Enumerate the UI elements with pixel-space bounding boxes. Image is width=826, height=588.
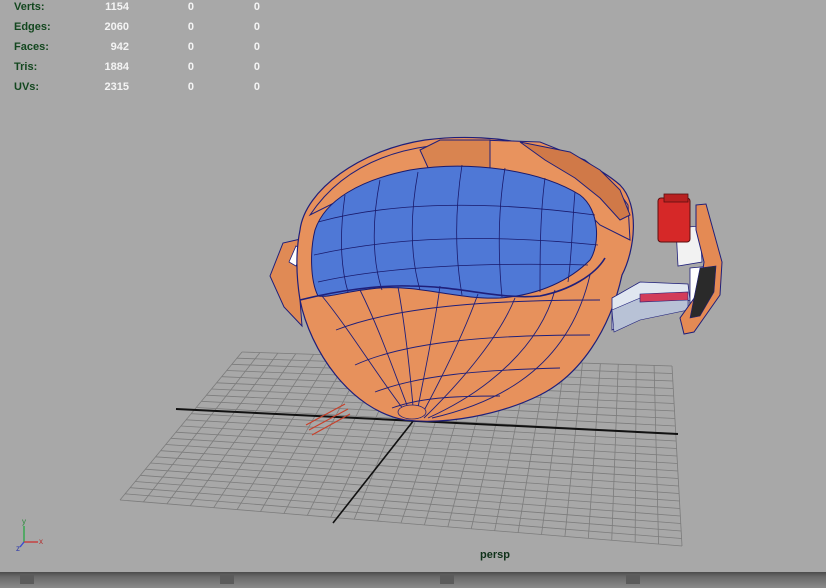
time-slider-tick (20, 575, 34, 584)
hud-value: 0 (253, 21, 260, 33)
hud-row-uvs: UVs: 2315 0 0 (0, 80, 280, 100)
grid-z-axis (332, 419, 415, 524)
grid-line (125, 493, 682, 539)
grid-line (130, 487, 682, 532)
hud-value: 0 (187, 61, 194, 73)
hud-label: Verts: (14, 1, 45, 13)
hud-value: 942 (110, 41, 129, 53)
hud-label: UVs: (14, 81, 40, 93)
hud-value: 0 (187, 41, 194, 53)
time-slider-strip[interactable] (0, 572, 826, 588)
hud-value: 0 (187, 1, 194, 13)
grid-line (170, 437, 678, 472)
axis-x-label: x (39, 537, 43, 546)
view-axis-icon: y x z (16, 517, 43, 552)
axis-z-label: z (16, 544, 20, 552)
hud-row-verts: Verts: 1154 0 0 (0, 0, 280, 20)
grid-line (634, 364, 637, 543)
camera-name-label: persp (480, 549, 510, 561)
hud-value: 0 (253, 41, 260, 53)
hud-value: 1884 (104, 61, 129, 73)
poly-count-hud: Verts: 1154 0 0 Edges: 2060 0 0 Faces: 9… (0, 0, 280, 100)
time-slider-tick (220, 575, 234, 584)
hud-row-edges: Edges: 2060 0 0 (0, 20, 280, 40)
grid-line (165, 444, 679, 479)
hud-value: 2315 (104, 81, 129, 93)
hud-label: Tris: (14, 61, 38, 73)
red-block[interactable] (657, 197, 691, 243)
hud-value: 2060 (104, 21, 129, 33)
grid-line (160, 450, 679, 487)
cockpit-model[interactable] (269, 136, 634, 422)
3d-viewport[interactable]: Verts: 1154 0 0 Edges: 2060 0 0 Faces: 9… (0, 0, 826, 572)
hud-label: Faces: (14, 41, 49, 53)
axis-y-label: y (22, 517, 26, 526)
grid-line (155, 456, 680, 494)
hud-value: 0 (253, 1, 260, 13)
grid-line (119, 499, 683, 547)
hud-value: 0 (187, 81, 194, 93)
hud-value: 0 (187, 21, 194, 33)
hud-value: 0 (253, 81, 260, 93)
hud-label: Edges: (14, 21, 51, 33)
hud-row-tris: Tris: 1884 0 0 (0, 60, 280, 80)
time-slider-tick (440, 575, 454, 584)
hud-value: 1154 (105, 1, 129, 13)
hud-value: 0 (253, 61, 260, 73)
hud-row-faces: Faces: 942 0 0 (0, 40, 280, 60)
time-slider-tick (626, 575, 640, 584)
